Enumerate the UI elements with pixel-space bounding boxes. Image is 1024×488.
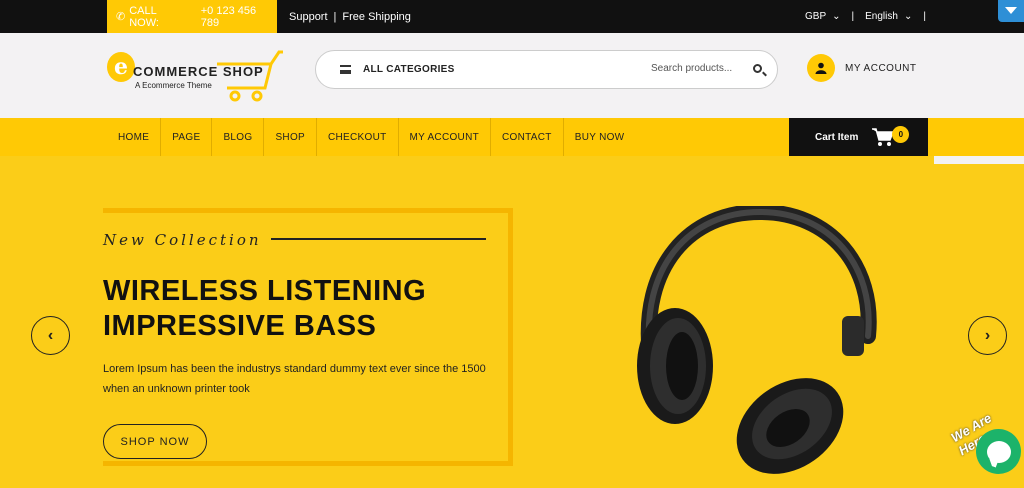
divider [271, 238, 486, 240]
hero-banner: New Collection WIRELESS LISTENING IMPRES… [0, 156, 1024, 488]
account-label: MY ACCOUNT [845, 62, 917, 74]
hero-subtitle: New Collection [103, 231, 262, 249]
cart-count-badge: 0 [892, 126, 910, 143]
dropdown-tab-icon[interactable] [998, 0, 1024, 22]
call-label: CALL NOW: [129, 4, 159, 29]
hero-headline: WIRELESS LISTENING IMPRESSIVE BASS [103, 274, 426, 344]
chat-bubble-icon [986, 440, 1011, 463]
nav-item-home[interactable]: HOME [107, 118, 162, 156]
category-select[interactable]: ALL CATEGORIES [363, 64, 455, 75]
divider: | [923, 11, 926, 22]
language-select[interactable]: English [865, 11, 898, 22]
nav-item-checkout[interactable]: CHECKOUT [317, 118, 399, 156]
chat-widget-button[interactable] [976, 429, 1021, 474]
headline-line-1: WIRELESS LISTENING [103, 275, 427, 307]
nav-list: HOME PAGE BLOG SHOP CHECKOUT MY ACCOUNT … [107, 118, 635, 156]
hero-description: Lorem Ipsum has been the industrys stand… [103, 363, 486, 395]
nav-item-my-account[interactable]: MY ACCOUNT [399, 118, 492, 156]
logo-tagline: A Ecommerce Theme [135, 81, 212, 90]
nav-item-page[interactable]: PAGE [161, 118, 213, 156]
phone-icon: ✆ [116, 11, 126, 23]
shop-now-button[interactable]: SHOP NOW [103, 424, 207, 459]
menu-icon[interactable] [340, 65, 351, 74]
chevron-down-icon: ⌄ [832, 11, 841, 22]
headline-line-2: IMPRESSIVE BASS [103, 310, 377, 342]
divider: | [333, 10, 337, 23]
call-number: +0 123 456 789 [200, 4, 257, 29]
logo-mark: e [107, 52, 135, 82]
divider [934, 156, 1024, 164]
locale-selectors: GBP ⌄ | English ⌄ | [805, 0, 931, 33]
nav-item-shop[interactable]: SHOP [264, 118, 317, 156]
chevron-down-icon: ⌄ [903, 11, 913, 22]
site-logo[interactable]: e COMMERCE SHOP A Ecommerce Theme [107, 50, 287, 102]
support-links: Support | Free Shipping [289, 0, 411, 33]
account-link[interactable]: MY ACCOUNT [807, 54, 917, 82]
top-bar: ✆ CALL NOW: +0 123 456 789 Support | Fre… [0, 0, 1024, 33]
search-input[interactable]: Search products... [651, 63, 732, 74]
search-bar[interactable]: ALL CATEGORIES Search products... [315, 50, 778, 89]
shipping-link[interactable]: Free Shipping [342, 11, 411, 23]
call-now[interactable]: ✆ CALL NOW: +0 123 456 789 [107, 0, 277, 33]
slider-prev-button[interactable]: ‹ [31, 316, 70, 355]
cart-label: Cart Item [815, 131, 859, 143]
slider-next-button[interactable]: › [968, 316, 1007, 355]
cart-icon: 0 [872, 126, 910, 147]
headphones-image [637, 206, 877, 474]
support-link[interactable]: Support [289, 11, 328, 23]
cart-logo-icon [217, 50, 283, 102]
nav-item-blog[interactable]: BLOG [212, 118, 265, 156]
user-icon [807, 54, 835, 82]
hero-frame-bottom [103, 461, 513, 466]
currency-select[interactable]: GBP [805, 11, 826, 22]
cart-button[interactable]: Cart Item 0 [789, 118, 928, 156]
nav-item-buy-now[interactable]: BUY NOW [564, 118, 636, 156]
search-icon[interactable] [753, 64, 762, 73]
divider: | [851, 11, 855, 22]
nav-item-contact[interactable]: CONTACT [491, 118, 564, 156]
